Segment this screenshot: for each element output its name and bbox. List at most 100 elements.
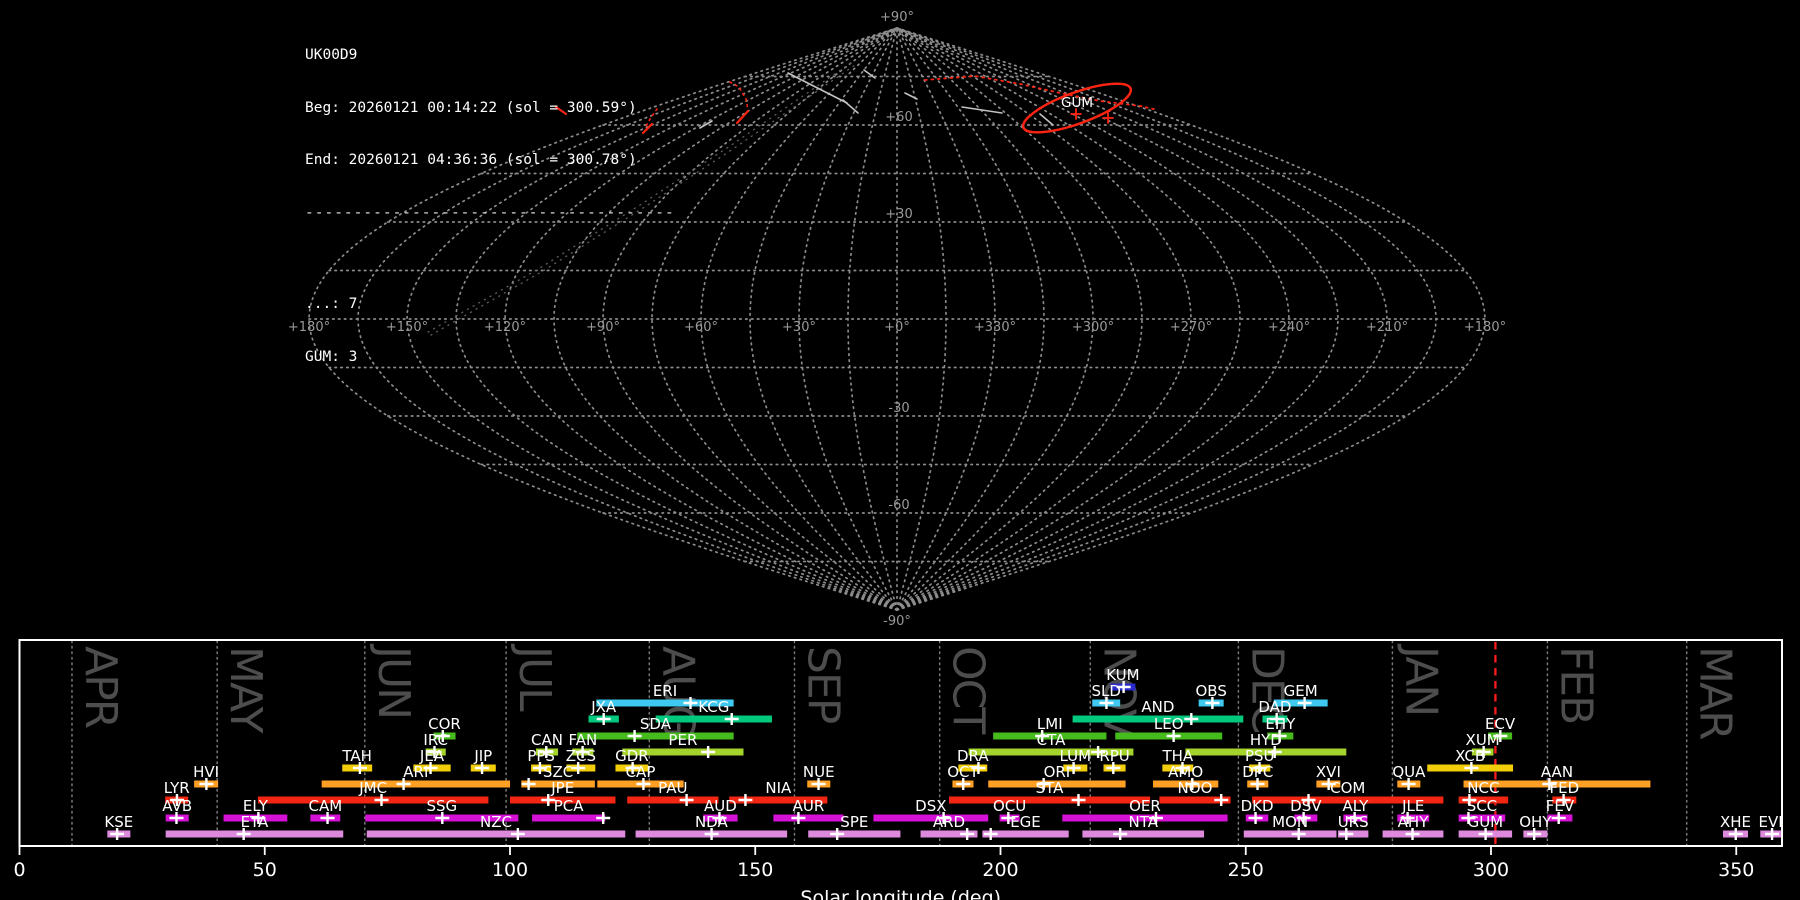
header-separator: -------------------------------------- [305, 204, 675, 221]
parallel-latitude-label: +60 [885, 110, 912, 125]
shower-bar-ARI [321, 780, 510, 788]
shower-label-EGE: EGE [1010, 813, 1041, 831]
x-axis-tick-label: 0 [13, 859, 25, 881]
station-id: UK00D9 [305, 47, 358, 63]
shower-label-KSE: KSE [104, 813, 133, 831]
shower-bar-SDA [577, 732, 734, 740]
shower-label-SDA: SDA [640, 715, 672, 733]
shower-label-GUM: GUM [1468, 813, 1504, 831]
shower-label-ETA: ETA [241, 813, 269, 831]
shower-label-PER: PER [668, 731, 697, 749]
month-label: FEB [1550, 646, 1601, 723]
shower-peak-cross-PER [701, 746, 716, 758]
x-axis-tick-label: 150 [737, 859, 773, 881]
shower-label-OHY: OHY [1519, 813, 1552, 831]
shower-bar-KCG [655, 715, 772, 723]
header-spacer [305, 257, 675, 261]
shower-label-RPU: RPU [1099, 747, 1129, 765]
shower-label-OCT: OCT [947, 763, 979, 781]
shower-label-SLD: SLD [1091, 682, 1120, 700]
shower-bar-ETA [165, 830, 344, 838]
month-label: JAN [1395, 643, 1446, 715]
activity-timeline: APR MAY JUN JUL AUG SEP OCT NOV DEC JAN FEB MARKUME… [13, 639, 1783, 900]
shower-peak-cross-NZC [510, 828, 525, 840]
shower-label-XHE: XHE [1720, 813, 1751, 831]
x-axis-tick-label: 100 [492, 859, 528, 881]
shower-label-JPE: JPE [550, 779, 574, 797]
shower-label-HVI: HVI [193, 763, 219, 781]
shower-label-DPC: DPC [1242, 763, 1273, 781]
shower-label-SPE: SPE [840, 813, 868, 831]
shower-label-DAD: DAD [1258, 698, 1291, 716]
month-label: APR [75, 646, 126, 729]
shower-label-AND: AND [1141, 698, 1174, 716]
shower-peak-cross-PCA [596, 812, 611, 824]
parallel-latitude-label: -60 [888, 498, 909, 513]
sky-map-and-activity-timeline: +90°-90°+180° +150° +120° +90° +60° +30° +0° +3… [13, 10, 1783, 900]
month-label: MAR [1690, 646, 1741, 740]
gum-count: GUM: 3 [305, 348, 358, 365]
equator-longitude-label: +240° [1268, 320, 1310, 335]
shower-label-EVI: EVI [1759, 813, 1783, 831]
equator-longitude-label: +180° [1464, 320, 1506, 335]
shower-label-CAP: CAP [626, 763, 656, 781]
parallel-latitude-label: +30 [885, 207, 912, 222]
gum-radiant-drift-trail [924, 75, 1159, 111]
equator-longitude-label: +30° [782, 320, 816, 335]
shower-label-OBS: OBS [1195, 682, 1226, 700]
shower-label-KCG: KCG [698, 698, 729, 716]
shower-label-STA: STA [1036, 779, 1065, 797]
shower-label-LEO: LEO [1154, 715, 1184, 733]
shower-label-DKD: DKD [1241, 797, 1274, 815]
sporadic-meteor-trail [842, 99, 859, 114]
shower-label-LYR: LYR [164, 779, 190, 797]
gum-radiant-label: GUM [1061, 95, 1093, 111]
shower-bar-MON [1243, 830, 1337, 838]
sporadic-meteors [699, 69, 1054, 129]
sporadic-count: ...: 7 [305, 296, 358, 312]
parallel-latitude-label: -30 [888, 401, 909, 416]
shower-label-NOO: NOO [1178, 779, 1213, 797]
x-axis-tick-label: 300 [1473, 859, 1509, 881]
meteor-observation-screen: UK00D9 Beg: 20260121 00:14:22 (sol = 300… [0, 0, 1800, 900]
month-label: OCT [943, 646, 994, 734]
observation-end: End: 20260121 04:36:36 (sol = 300.78°) [305, 152, 637, 168]
observation-begin: Beg: 20260121 00:14:22 (sol = 300.59°) [305, 99, 637, 116]
sporadic-meteor-trail [961, 106, 1003, 114]
south-pole-label: -90° [883, 614, 911, 629]
shower-label-NZC: NZC [480, 813, 512, 831]
equator-longitude-label: +300° [1072, 320, 1114, 335]
x-axis-title: Solar longitude (deg) [800, 887, 1001, 900]
shower-bar-DSX [873, 814, 989, 822]
shower-peak-cross-STA [1071, 794, 1086, 806]
month-label: MAY [220, 646, 271, 734]
equator-longitude-label: +0° [884, 320, 910, 335]
x-axis-tick-label: 250 [1228, 859, 1264, 881]
shower-bar-STA [948, 796, 1151, 804]
shower-bar-AUR [773, 814, 844, 822]
shower-label-NIA: NIA [765, 779, 792, 797]
shower-peak-cross-AND [1184, 713, 1199, 725]
shower-label-ARD: ARD [933, 813, 965, 831]
shower-label-JIP: JIP [473, 747, 492, 765]
x-axis-tick-label: 200 [982, 859, 1018, 881]
north-pole-label: +90° [880, 10, 914, 25]
month-label: JUL [509, 643, 560, 712]
shower-label-ERI: ERI [653, 682, 677, 700]
shower-label-JMC: JMC [358, 779, 387, 797]
shower-label-JXA: JXA [590, 698, 617, 716]
equator-longitude-label: +330° [974, 320, 1016, 335]
shower-peak-cross-NIA [738, 794, 753, 806]
shower-label-NDA: NDA [695, 813, 729, 831]
x-axis-tick-label: 50 [253, 859, 277, 881]
equator-longitude-label: +60° [684, 320, 718, 335]
month-label: JUN [368, 643, 419, 718]
shower-label-PCA: PCA [554, 797, 585, 815]
shower-label-URS: URS [1338, 813, 1369, 831]
shower-label-PAU: PAU [658, 779, 687, 797]
shower-label-XCB: XCB [1455, 747, 1485, 765]
shower-label-TAH: TAH [341, 747, 372, 765]
shower-label-NTA: NTA [1128, 813, 1158, 831]
shower-label-QUA: QUA [1392, 763, 1426, 781]
sporadic-meteor-trail [904, 92, 918, 100]
